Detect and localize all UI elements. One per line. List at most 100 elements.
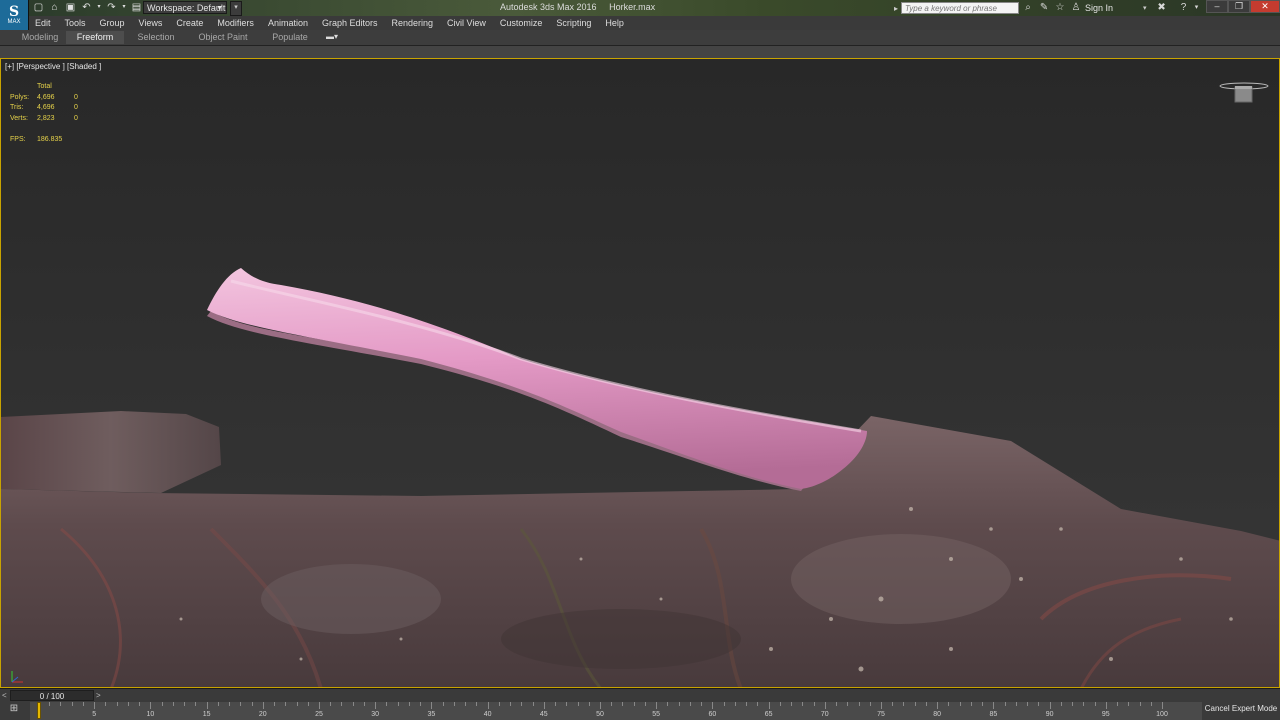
track-tick <box>127 702 129 706</box>
user-icon[interactable]: ♙ <box>1069 1 1083 15</box>
track-tick-label: 75 <box>877 711 885 718</box>
menu-create[interactable]: Create <box>169 16 210 30</box>
help-dropdown-icon[interactable]: ▾ <box>1193 1 1201 15</box>
open-file-icon[interactable]: ⌂ <box>48 1 61 14</box>
viewcube-icon[interactable] <box>1219 81 1269 109</box>
menu-animation[interactable]: Animation <box>261 16 315 30</box>
track-tick <box>948 702 950 706</box>
track-tick <box>824 702 826 709</box>
stats-label: Polys: <box>10 93 30 101</box>
minimize-button[interactable]: – <box>1206 0 1228 13</box>
track-tick-label: 55 <box>652 711 661 718</box>
track-tick <box>577 702 579 706</box>
track-tick <box>1094 702 1096 706</box>
track-tick <box>903 702 905 706</box>
new-file-icon[interactable]: ▢ <box>32 1 45 14</box>
undo-icon[interactable]: ↶ <box>80 1 93 14</box>
redo-dropdown-icon[interactable]: ▾ <box>121 1 127 14</box>
menu-modifiers[interactable]: Modifiers <box>210 16 261 30</box>
menu-graph-editors[interactable]: Graph Editors <box>315 16 385 30</box>
tab-modeling[interactable]: Modeling <box>16 31 64 44</box>
menu-edit[interactable]: Edit <box>28 16 58 30</box>
search-input[interactable]: Type a keyword or phrase <box>901 2 1020 14</box>
track-tick-label: 60 <box>708 711 717 718</box>
track-bar[interactable]: 5 10 15 20 25 30 35 40 45 50 55 60 65 70 75 80 85 90 95 100 <box>30 702 1202 720</box>
time-slider[interactable]: 0 / 100 <box>10 690 94 701</box>
track-tick <box>71 702 73 706</box>
workspace-options-button[interactable]: ▾ <box>230 1 242 16</box>
workspace-select[interactable]: Workspace: Default ▼ <box>143 1 227 14</box>
stats-selected: 0 <box>74 104 78 111</box>
track-tick <box>802 702 804 706</box>
undo-dropdown-icon[interactable]: ▾ <box>96 1 102 14</box>
close-button[interactable]: ✕ <box>1250 0 1280 13</box>
track-tick <box>94 702 96 709</box>
track-tick <box>555 702 557 706</box>
prev-frame-icon[interactable]: < <box>2 691 7 700</box>
save-icon[interactable]: ▣ <box>64 1 77 14</box>
menu-help[interactable]: Help <box>598 16 631 30</box>
track-tick <box>476 702 478 706</box>
maximize-button[interactable]: ❐ <box>1228 0 1250 13</box>
track-tick <box>1072 702 1074 706</box>
track-tick <box>465 702 467 706</box>
help-icon[interactable]: ? <box>1177 1 1191 15</box>
exchange-apps-icon[interactable]: ✖ <box>1155 1 1169 15</box>
track-tick <box>566 702 568 706</box>
redo-icon[interactable]: ↷ <box>105 1 118 14</box>
tab-freeform[interactable]: Freeform <box>66 31 124 44</box>
menu-views[interactable]: Views <box>132 16 170 30</box>
next-frame-icon[interactable]: > <box>96 691 101 700</box>
ribbon-toggle-icon[interactable]: ▬▾ <box>326 32 338 41</box>
track-tick <box>150 702 152 709</box>
star-icon[interactable]: ☆ <box>1053 1 1067 15</box>
track-tick <box>1049 702 1051 709</box>
tab-object-paint[interactable]: Object Paint <box>194 31 252 44</box>
menu-customize[interactable]: Customize <box>493 16 550 30</box>
fps-readout: FPS: 186.835 <box>10 136 62 143</box>
track-tick <box>746 702 748 706</box>
track-tick <box>622 702 624 706</box>
statistics-overlay: Total Polys: 4,696 0 Tris: 4,696 0 Verts… <box>10 82 94 124</box>
track-tick <box>959 702 961 706</box>
track-tick <box>993 702 995 709</box>
perspective-viewport[interactable]: [+] [Perspective ] [Shaded ] Total Polys… <box>0 58 1280 688</box>
track-tick <box>937 702 939 709</box>
app-window: S MAX ▢ ⌂ ▣ ↶ ▾ ↷ ▾ ▤ Workspace: Default… <box>0 0 1280 720</box>
track-tick <box>982 702 984 706</box>
stats-label: Verts: <box>10 114 28 122</box>
application-button[interactable]: S MAX <box>0 0 29 30</box>
track-tick <box>858 702 860 706</box>
track-tick <box>678 702 680 706</box>
track-tick <box>892 702 894 706</box>
track-tick <box>791 702 793 706</box>
sign-in-dropdown-icon[interactable]: ▾ <box>1143 4 1147 12</box>
pink-tube <box>207 268 867 489</box>
viewport-label[interactable]: [+] [Perspective ] [Shaded ] <box>5 62 101 71</box>
tab-populate[interactable]: Populate <box>266 31 314 44</box>
tab-selection[interactable]: Selection <box>130 31 182 44</box>
track-tick <box>195 702 197 706</box>
track-tick <box>105 702 107 706</box>
sign-in-link[interactable]: Sign In <box>1085 3 1113 13</box>
track-tick <box>240 702 242 706</box>
menu-rendering[interactable]: Rendering <box>385 16 441 30</box>
menu-tools[interactable]: Tools <box>58 16 93 30</box>
menu-group[interactable]: Group <box>93 16 132 30</box>
binoculars-icon[interactable]: ⌕ <box>1021 1 1035 15</box>
track-tick <box>60 702 62 706</box>
menu-scripting[interactable]: Scripting <box>549 16 598 30</box>
open-mini-curve-editor-icon[interactable]: ⊞ <box>3 703 25 719</box>
track-tick <box>285 702 287 706</box>
track-tick <box>633 702 635 706</box>
cancel-expert-mode-button[interactable]: Cancel Expert Mode <box>1202 701 1280 717</box>
track-tick-label: 95 <box>1101 711 1110 718</box>
search-expand-icon[interactable]: ▸ <box>894 4 898 13</box>
menu-civil-view[interactable]: Civil View <box>440 16 493 30</box>
subscription-icon[interactable]: ✎ <box>1037 1 1051 15</box>
time-cursor[interactable] <box>37 702 41 719</box>
track-tick <box>139 702 141 706</box>
file-name: Horker.max <box>609 2 656 12</box>
track-tick <box>734 702 736 706</box>
project-folder-icon[interactable]: ▤ <box>130 1 143 14</box>
